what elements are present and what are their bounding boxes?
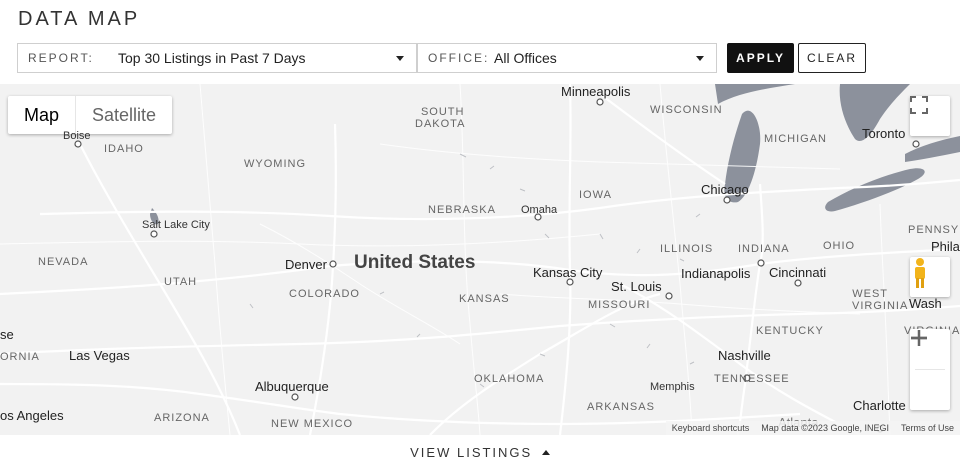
fullscreen-button[interactable] bbox=[910, 96, 950, 136]
city-label-washington: Wash bbox=[909, 296, 942, 311]
chevron-down-icon bbox=[696, 56, 704, 61]
report-value: Top 30 Listings in Past 7 Days bbox=[118, 50, 306, 66]
city-label-las-vegas: Las Vegas bbox=[69, 348, 130, 363]
state-label-west-virginia-line2: VIRGINIA bbox=[852, 300, 909, 312]
city-label-boise: Boise bbox=[63, 130, 91, 142]
state-label-california: ORNIA bbox=[0, 351, 40, 363]
state-label-nebraska: NEBRASKA bbox=[428, 204, 496, 216]
lake-superior bbox=[715, 84, 800, 104]
city-label-toronto: Toronto bbox=[862, 126, 906, 141]
clear-button[interactable]: CLEAR bbox=[798, 43, 866, 73]
city-label-nashville: Nashville bbox=[718, 348, 771, 363]
report-label: REPORT: bbox=[28, 51, 94, 65]
state-label-ohio: OHIO bbox=[823, 240, 856, 252]
state-label-michigan: MICHIGAN bbox=[764, 133, 827, 145]
city-label-omaha: Omaha bbox=[521, 204, 558, 216]
city-label-denver: Denver bbox=[285, 257, 327, 272]
state-label-iowa: IOWA bbox=[579, 189, 612, 201]
city-label-salt-lake-city: Salt Lake City bbox=[142, 219, 210, 231]
city-label-memphis: Memphis bbox=[650, 381, 695, 393]
lake-ontario bbox=[905, 136, 960, 162]
state-label-arizona: ARIZONA bbox=[154, 412, 210, 424]
page-title: DATA MAP bbox=[18, 8, 141, 30]
map-canvas[interactable]: Map Satellite SOUTH DAKOTA WISCONSIN MIC… bbox=[0, 84, 960, 435]
state-label-south-dakota: SOUTH DAKOTA bbox=[415, 106, 465, 130]
state-label-utah: UTAH bbox=[164, 276, 198, 288]
city-label-los-angeles: os Angeles bbox=[0, 408, 64, 423]
state-label-pennsylvania: PENNSYL bbox=[908, 224, 960, 236]
zoom-control bbox=[910, 329, 950, 410]
state-label-illinois: ILLINOIS bbox=[660, 243, 714, 255]
state-label-indiana: INDIANA bbox=[738, 243, 790, 255]
state-label-arkansas: ARKANSAS bbox=[587, 401, 655, 413]
state-label-new-mexico: NEW MEXICO bbox=[271, 418, 354, 430]
state-label-wisconsin: WISCONSIN bbox=[650, 104, 723, 116]
state-label-wyoming: WYOMING bbox=[244, 158, 306, 170]
state-label-kansas: KANSAS bbox=[459, 293, 510, 305]
state-label-oklahoma: OKLAHOMA bbox=[474, 373, 545, 385]
report-select[interactable]: REPORT: Top 30 Listings in Past 7 Days bbox=[17, 43, 417, 73]
country-label: United States bbox=[354, 252, 476, 273]
state-label-nevada: NEVADA bbox=[38, 256, 89, 268]
view-listings-toggle[interactable]: VIEW LISTINGS bbox=[0, 445, 960, 460]
state-label-kentucky: KENTUCKY bbox=[756, 325, 824, 337]
office-value: All Offices bbox=[494, 50, 557, 66]
minus-icon bbox=[911, 336, 927, 340]
map-data-credit: Map data ©2023 Google, INEGI bbox=[761, 423, 889, 433]
street-view-pegman[interactable] bbox=[910, 257, 950, 297]
city-label-albuquerque: Albuquerque bbox=[255, 379, 329, 394]
apply-button[interactable]: APPLY bbox=[727, 43, 794, 73]
map-type-map-button[interactable]: Map bbox=[8, 96, 75, 134]
map-type-satellite-button[interactable]: Satellite bbox=[75, 96, 172, 134]
view-listings-label: VIEW LISTINGS bbox=[410, 445, 533, 460]
state-label-west-virginia-line1: WEST bbox=[852, 288, 889, 300]
pegman-icon bbox=[915, 258, 925, 288]
lake-erie bbox=[825, 168, 925, 212]
fullscreen-icon bbox=[910, 96, 928, 114]
zoom-out-button[interactable] bbox=[910, 336, 950, 410]
map-type-toggle: Map Satellite bbox=[8, 96, 173, 134]
keyboard-shortcuts-link[interactable]: Keyboard shortcuts bbox=[672, 423, 750, 433]
office-label: OFFICE: bbox=[428, 51, 490, 65]
state-label-tennessee: TENNESSEE bbox=[714, 373, 790, 385]
caret-up-icon bbox=[541, 450, 550, 455]
city-label-charlotte: Charlotte bbox=[853, 398, 906, 413]
chevron-down-icon bbox=[396, 56, 404, 61]
city-label-philadelphia: Phila bbox=[931, 239, 960, 254]
state-label-south-dakota-line2: DAKOTA bbox=[415, 118, 466, 130]
city-label-chicago: Chicago bbox=[701, 182, 749, 197]
terms-of-use-link[interactable]: Terms of Use bbox=[901, 423, 954, 433]
city-label-cincinnati: Cincinnati bbox=[769, 265, 827, 280]
office-select[interactable]: OFFICE: All Offices bbox=[417, 43, 717, 73]
city-label-minneapolis: Minneapolis bbox=[561, 84, 631, 99]
state-label-south-dakota-line1: SOUTH bbox=[420, 106, 465, 118]
state-label-colorado: COLORADO bbox=[289, 288, 360, 300]
state-label-missouri: MISSOURI bbox=[588, 299, 651, 311]
city-label-st-louis: St. Louis bbox=[611, 279, 662, 294]
city-label-kansas-city: Kansas City bbox=[533, 265, 603, 280]
city-label-fresno: se bbox=[0, 327, 14, 342]
state-label-west-virginia: WEST VIRGINIA bbox=[852, 288, 908, 312]
city-label-indianapolis: Indianapolis bbox=[681, 266, 751, 281]
state-label-idaho: IDAHO bbox=[104, 143, 144, 155]
map-attribution: Keyboard shortcuts Map data ©2023 Google… bbox=[665, 421, 960, 435]
